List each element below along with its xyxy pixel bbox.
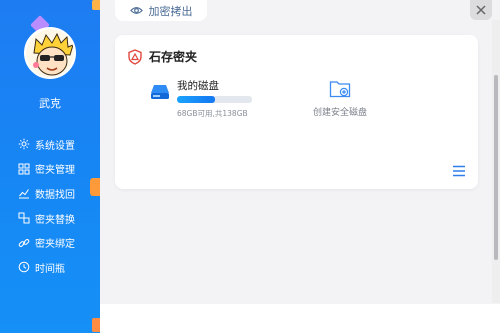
vault-card: 石存密夹 我的磁盘 68GB可用,共138GB 创建安全磁盘 — [115, 35, 478, 189]
grid-icon — [18, 163, 30, 175]
disk-usage-bar — [177, 96, 252, 103]
decoration-shape — [92, 318, 100, 332]
sidebar-item-label: 密夹绑定 — [35, 239, 75, 251]
sidebar-item-label: 系统设置 — [35, 140, 75, 152]
sidebar-item-label: 密夹管理 — [35, 165, 75, 177]
close-button[interactable] — [470, 0, 492, 20]
sidebar-item-label: 数据找回 — [35, 189, 75, 201]
decoration-shape — [90, 178, 100, 196]
sidebar-menu: 系统设置 密夹管理 数据找回 密夹替换 密夹绑定 时间瓶 — [18, 132, 75, 280]
sidebar: 武克 系统设置 密夹管理 数据找回 密夹替换 密夹绑定 时间瓶 — [0, 0, 100, 333]
gear-icon — [18, 138, 30, 150]
chart-icon — [18, 187, 30, 199]
sidebar-item-vault-replace[interactable]: 密夹替换 — [18, 206, 75, 231]
create-secure-disk-label: 创建安全磁盘 — [312, 108, 367, 118]
encrypt-export-label: 加密拷出 — [148, 4, 193, 18]
clock-icon — [18, 261, 30, 273]
disk-name: 我的磁盘 — [177, 80, 219, 92]
shield-icon — [128, 48, 142, 65]
close-icon — [476, 5, 486, 15]
disk-usage-text: 68GB可用,共138GB — [177, 109, 248, 118]
sidebar-item-settings[interactable]: 系统设置 — [18, 132, 75, 157]
avatar[interactable] — [24, 27, 76, 79]
avatar-cartoon-icon — [26, 29, 74, 77]
decoration-shape — [92, 0, 100, 10]
sidebar-item-label: 密夹替换 — [35, 214, 75, 226]
create-secure-disk-button[interactable]: 创建安全磁盘 — [300, 79, 380, 118]
sidebar-item-time-bottle[interactable]: 时间瓶 — [18, 255, 75, 280]
disk-usage-fill — [177, 96, 216, 103]
scrollbar-thumb[interactable] — [494, 75, 498, 260]
menu-icon[interactable] — [452, 165, 466, 177]
swap-icon — [18, 212, 30, 224]
encrypt-export-button[interactable]: 加密拷出 — [115, 0, 207, 21]
sidebar-item-data-recovery[interactable]: 数据找回 — [18, 181, 75, 206]
vault-card-header: 石存密夹 — [127, 48, 197, 65]
sidebar-item-vault-bind[interactable]: 密夹绑定 — [18, 230, 75, 255]
disk-icon — [151, 85, 169, 99]
sidebar-item-label: 时间瓶 — [35, 263, 65, 275]
scrollbar[interactable] — [492, 20, 500, 303]
bottom-panel — [100, 304, 500, 333]
sidebar-item-vault-manage[interactable]: 密夹管理 — [18, 157, 75, 182]
link-icon — [18, 237, 30, 249]
eye-icon — [129, 7, 143, 14]
folder-add-icon — [329, 81, 351, 98]
username: 武克 — [39, 97, 61, 110]
vault-title: 石存密夹 — [149, 50, 198, 64]
